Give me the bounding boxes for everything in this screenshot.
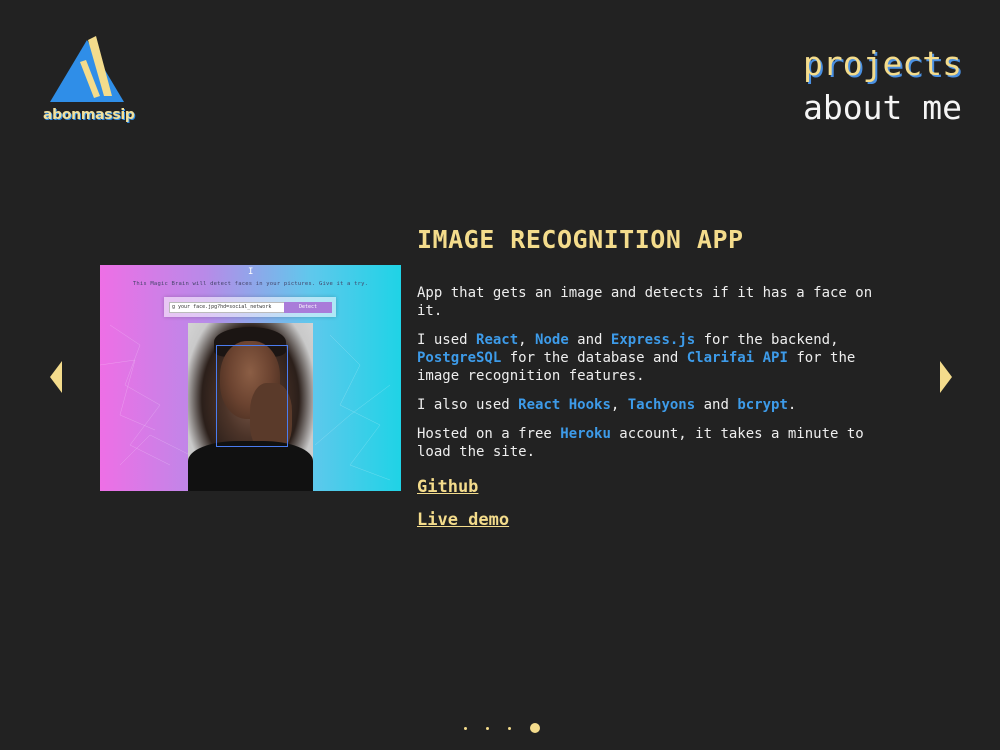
tech-postgresql: PostgreSQL <box>417 350 502 366</box>
previous-arrow-icon[interactable] <box>50 361 62 393</box>
tech-tachyons: Tachyons <box>627 397 696 413</box>
face-bounding-box <box>216 345 288 447</box>
screenshot-tagline: This Magic Brain will detect faces in yo… <box>132 281 369 287</box>
cursor-caret: I <box>248 267 254 277</box>
carousel-dot-1[interactable] <box>464 726 467 730</box>
project-description: App that gets an image and detects if it… <box>417 284 887 461</box>
tech-react-hooks: React Hooks <box>518 397 611 413</box>
main-nav: projects about me <box>803 42 962 130</box>
description-paragraph-3: I also used React Hooks, Tachyons and bc… <box>417 396 887 414</box>
description-paragraph-4: Hosted on a free Heroku account, it take… <box>417 425 887 461</box>
logo-mark-icon <box>50 36 124 102</box>
tech-react: React <box>476 332 519 348</box>
description-paragraph-1: App that gets an image and detects if it… <box>417 285 873 319</box>
face-photo <box>188 323 313 491</box>
nav-about[interactable]: about me <box>803 86 962 130</box>
tech-clarifai: Clarifai API <box>686 350 788 366</box>
text-segment: Hosted on a free <box>417 426 561 442</box>
project-screenshot: I This Magic Brain will detect faces in … <box>100 265 401 491</box>
screenshot-url-field: g your face.jpg?hd=social_network <box>169 302 285 313</box>
brand-name: abonmassip <box>43 107 135 123</box>
text-segment: . <box>787 397 797 413</box>
live-demo-link[interactable]: Live demo <box>417 510 887 530</box>
tech-node: Node <box>535 332 569 348</box>
photo-shirt <box>188 441 313 491</box>
carousel-dot-3[interactable] <box>508 726 511 730</box>
text-segment: , <box>610 397 628 413</box>
text-segment: and <box>695 397 738 413</box>
text-segment: for the backend, <box>695 332 839 348</box>
tech-express: Express.js <box>610 332 696 348</box>
brand-logo[interactable]: abonmassip <box>40 36 135 126</box>
carousel-indicators <box>464 722 540 734</box>
carousel-dot-4-active[interactable] <box>530 723 540 733</box>
screenshot-form: g your face.jpg?hd=social_network Detect <box>164 297 336 317</box>
project-details: IMAGE RECOGNITION APP App that gets an i… <box>417 222 887 543</box>
project-title: IMAGE RECOGNITION APP <box>417 225 744 254</box>
tech-bcrypt: bcrypt <box>737 397 788 413</box>
nav-projects[interactable]: projects <box>803 42 962 86</box>
next-arrow-icon[interactable] <box>940 361 952 393</box>
project-links: Github Live demo <box>417 477 887 530</box>
text-segment: for the database and <box>501 350 687 366</box>
description-paragraph-2: I used React, Node and Express.js for th… <box>417 331 887 385</box>
text-segment: I used <box>417 332 477 348</box>
text-segment: and <box>568 332 611 348</box>
carousel-dot-2[interactable] <box>486 726 489 730</box>
tech-heroku: Heroku <box>560 426 611 442</box>
screenshot-detect-button: Detect <box>284 302 332 313</box>
github-link[interactable]: Github <box>417 477 887 497</box>
text-segment: I also used <box>417 397 519 413</box>
text-segment: , <box>518 332 536 348</box>
